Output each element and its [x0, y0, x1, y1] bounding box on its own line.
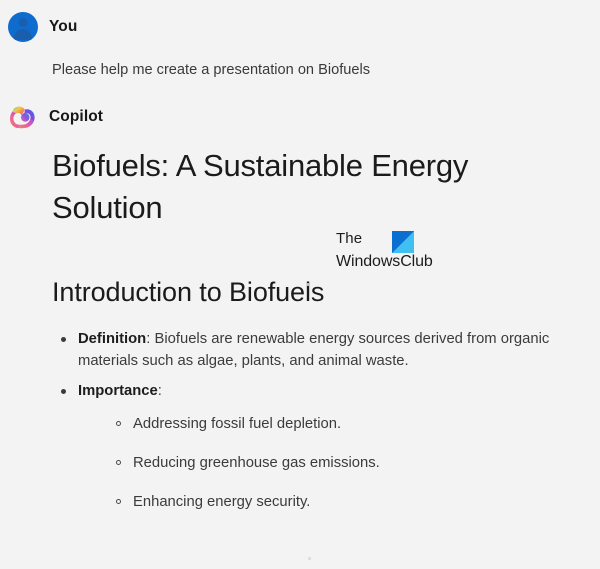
avatar-head-shape	[18, 18, 28, 27]
list-item: Reducing greenhouse gas emissions.	[108, 452, 580, 474]
list-item: Importance: Addressing fossil fuel deple…	[52, 380, 580, 514]
avatar-body-shape	[14, 29, 32, 40]
deck-sub-bullet-list: Addressing fossil fuel depletion. Reduci…	[78, 402, 580, 514]
assistant-message-header: Copilot	[0, 101, 600, 133]
user-message-header: You	[0, 11, 600, 43]
user-message: You Please help me create a presentation…	[0, 0, 600, 81]
bullet-term: Definition	[78, 330, 147, 347]
chat-conversation: You Please help me create a presentation…	[0, 0, 600, 569]
deck-title: Biofuels: A Sustainable Energy Solution	[52, 148, 469, 226]
list-item: Enhancing energy security.	[108, 491, 580, 513]
bullet-term: Importance	[78, 382, 158, 399]
bullet-separator: :	[157, 382, 162, 399]
deck-section-heading: Introduction to Biofuels	[52, 277, 325, 308]
user-sender-name: You	[49, 18, 78, 36]
watermark-speck	[308, 557, 311, 560]
user-avatar-icon[interactable]	[8, 12, 38, 42]
assistant-message: Copilot Biofuels: A Sustainable Energy S…	[0, 81, 600, 513]
watermark-speck	[306, 283, 309, 286]
list-item: Definition: Biofuels are renewable energ…	[52, 328, 580, 373]
copilot-logo-icon[interactable]	[8, 102, 38, 132]
user-prompt-text: Please help me create a presentation on …	[52, 62, 371, 78]
assistant-sender-name: Copilot	[49, 108, 104, 126]
deck-bullet-list: Definition: Biofuels are renewable energ…	[52, 311, 580, 514]
generated-deck: Biofuels: A Sustainable Energy Solution …	[52, 145, 580, 513]
assistant-message-body: Biofuels: A Sustainable Energy Solution …	[0, 145, 600, 513]
user-message-body: Please help me create a presentation on …	[0, 60, 600, 81]
list-item: Addressing fossil fuel depletion.	[108, 413, 580, 435]
